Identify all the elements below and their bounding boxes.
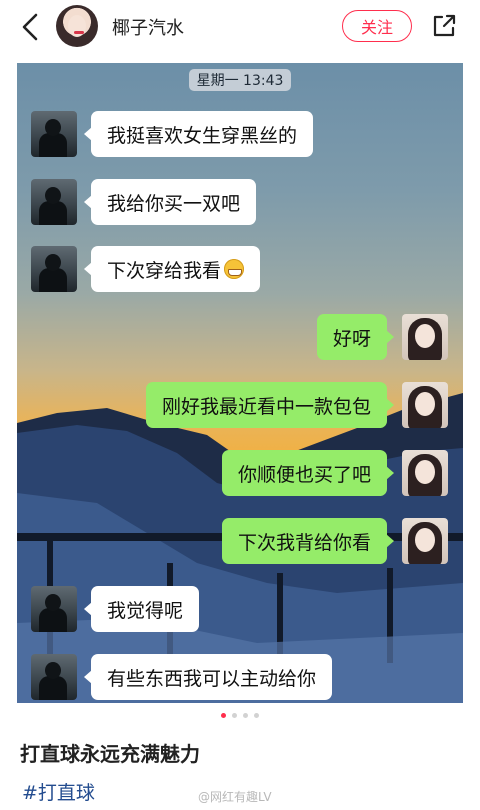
hashtag-link[interactable]: #打直球 <box>22 778 95 805</box>
pager-dot[interactable] <box>254 713 259 718</box>
chat-message-right: 刚好我最近看中一款包包 <box>145 382 395 428</box>
chat-message-right: 下次我背给你看 <box>221 518 395 564</box>
chat-message-left: 我给你买一双吧 <box>83 179 257 225</box>
post-title: 打直球永远充满魅力 <box>20 742 200 766</box>
receiver-avatar[interactable] <box>402 518 448 564</box>
chat-message-left: 下次穿给我看 <box>83 246 261 292</box>
watermark-text: @网红有趣LV <box>198 790 272 804</box>
chat-message-left: 我觉得呢 <box>83 586 200 632</box>
chevron-left-icon[interactable] <box>18 12 44 42</box>
receiver-avatar[interactable] <box>402 450 448 496</box>
post-image[interactable]: 星期一 13:43 我挺喜欢女生穿黑丝的 我给你买一双吧 下次穿给我看 好呀 刚… <box>17 63 463 703</box>
chat-message-left: 我挺喜欢女生穿黑丝的 <box>83 111 314 157</box>
author-name[interactable]: 椰子汽水 <box>112 14 184 40</box>
sender-avatar[interactable] <box>31 179 77 225</box>
receiver-avatar[interactable] <box>402 382 448 428</box>
share-out-icon[interactable] <box>430 12 458 40</box>
pager-dot[interactable] <box>232 713 237 718</box>
chat-message-left: 有些东西我可以主动给你 <box>83 654 333 700</box>
sender-avatar[interactable] <box>31 586 77 632</box>
author-avatar[interactable] <box>56 5 98 47</box>
grinning-face-icon <box>224 259 245 279</box>
pager-dot-active[interactable] <box>221 713 226 718</box>
chat-message-right: 好呀 <box>316 314 395 360</box>
chat-timestamp: 星期一 13:43 <box>189 69 291 91</box>
chat-message-right: 你顺便也买了吧 <box>221 450 395 496</box>
top-bar: 椰子汽水 关注 <box>0 0 480 56</box>
follow-button[interactable]: 关注 <box>342 10 412 42</box>
pager-dot[interactable] <box>243 713 248 718</box>
image-pager <box>0 713 480 718</box>
receiver-avatar[interactable] <box>402 314 448 360</box>
sender-avatar[interactable] <box>31 654 77 700</box>
message-text: 下次穿给我看 <box>107 259 222 282</box>
sender-avatar[interactable] <box>31 246 77 292</box>
sender-avatar[interactable] <box>31 111 77 157</box>
